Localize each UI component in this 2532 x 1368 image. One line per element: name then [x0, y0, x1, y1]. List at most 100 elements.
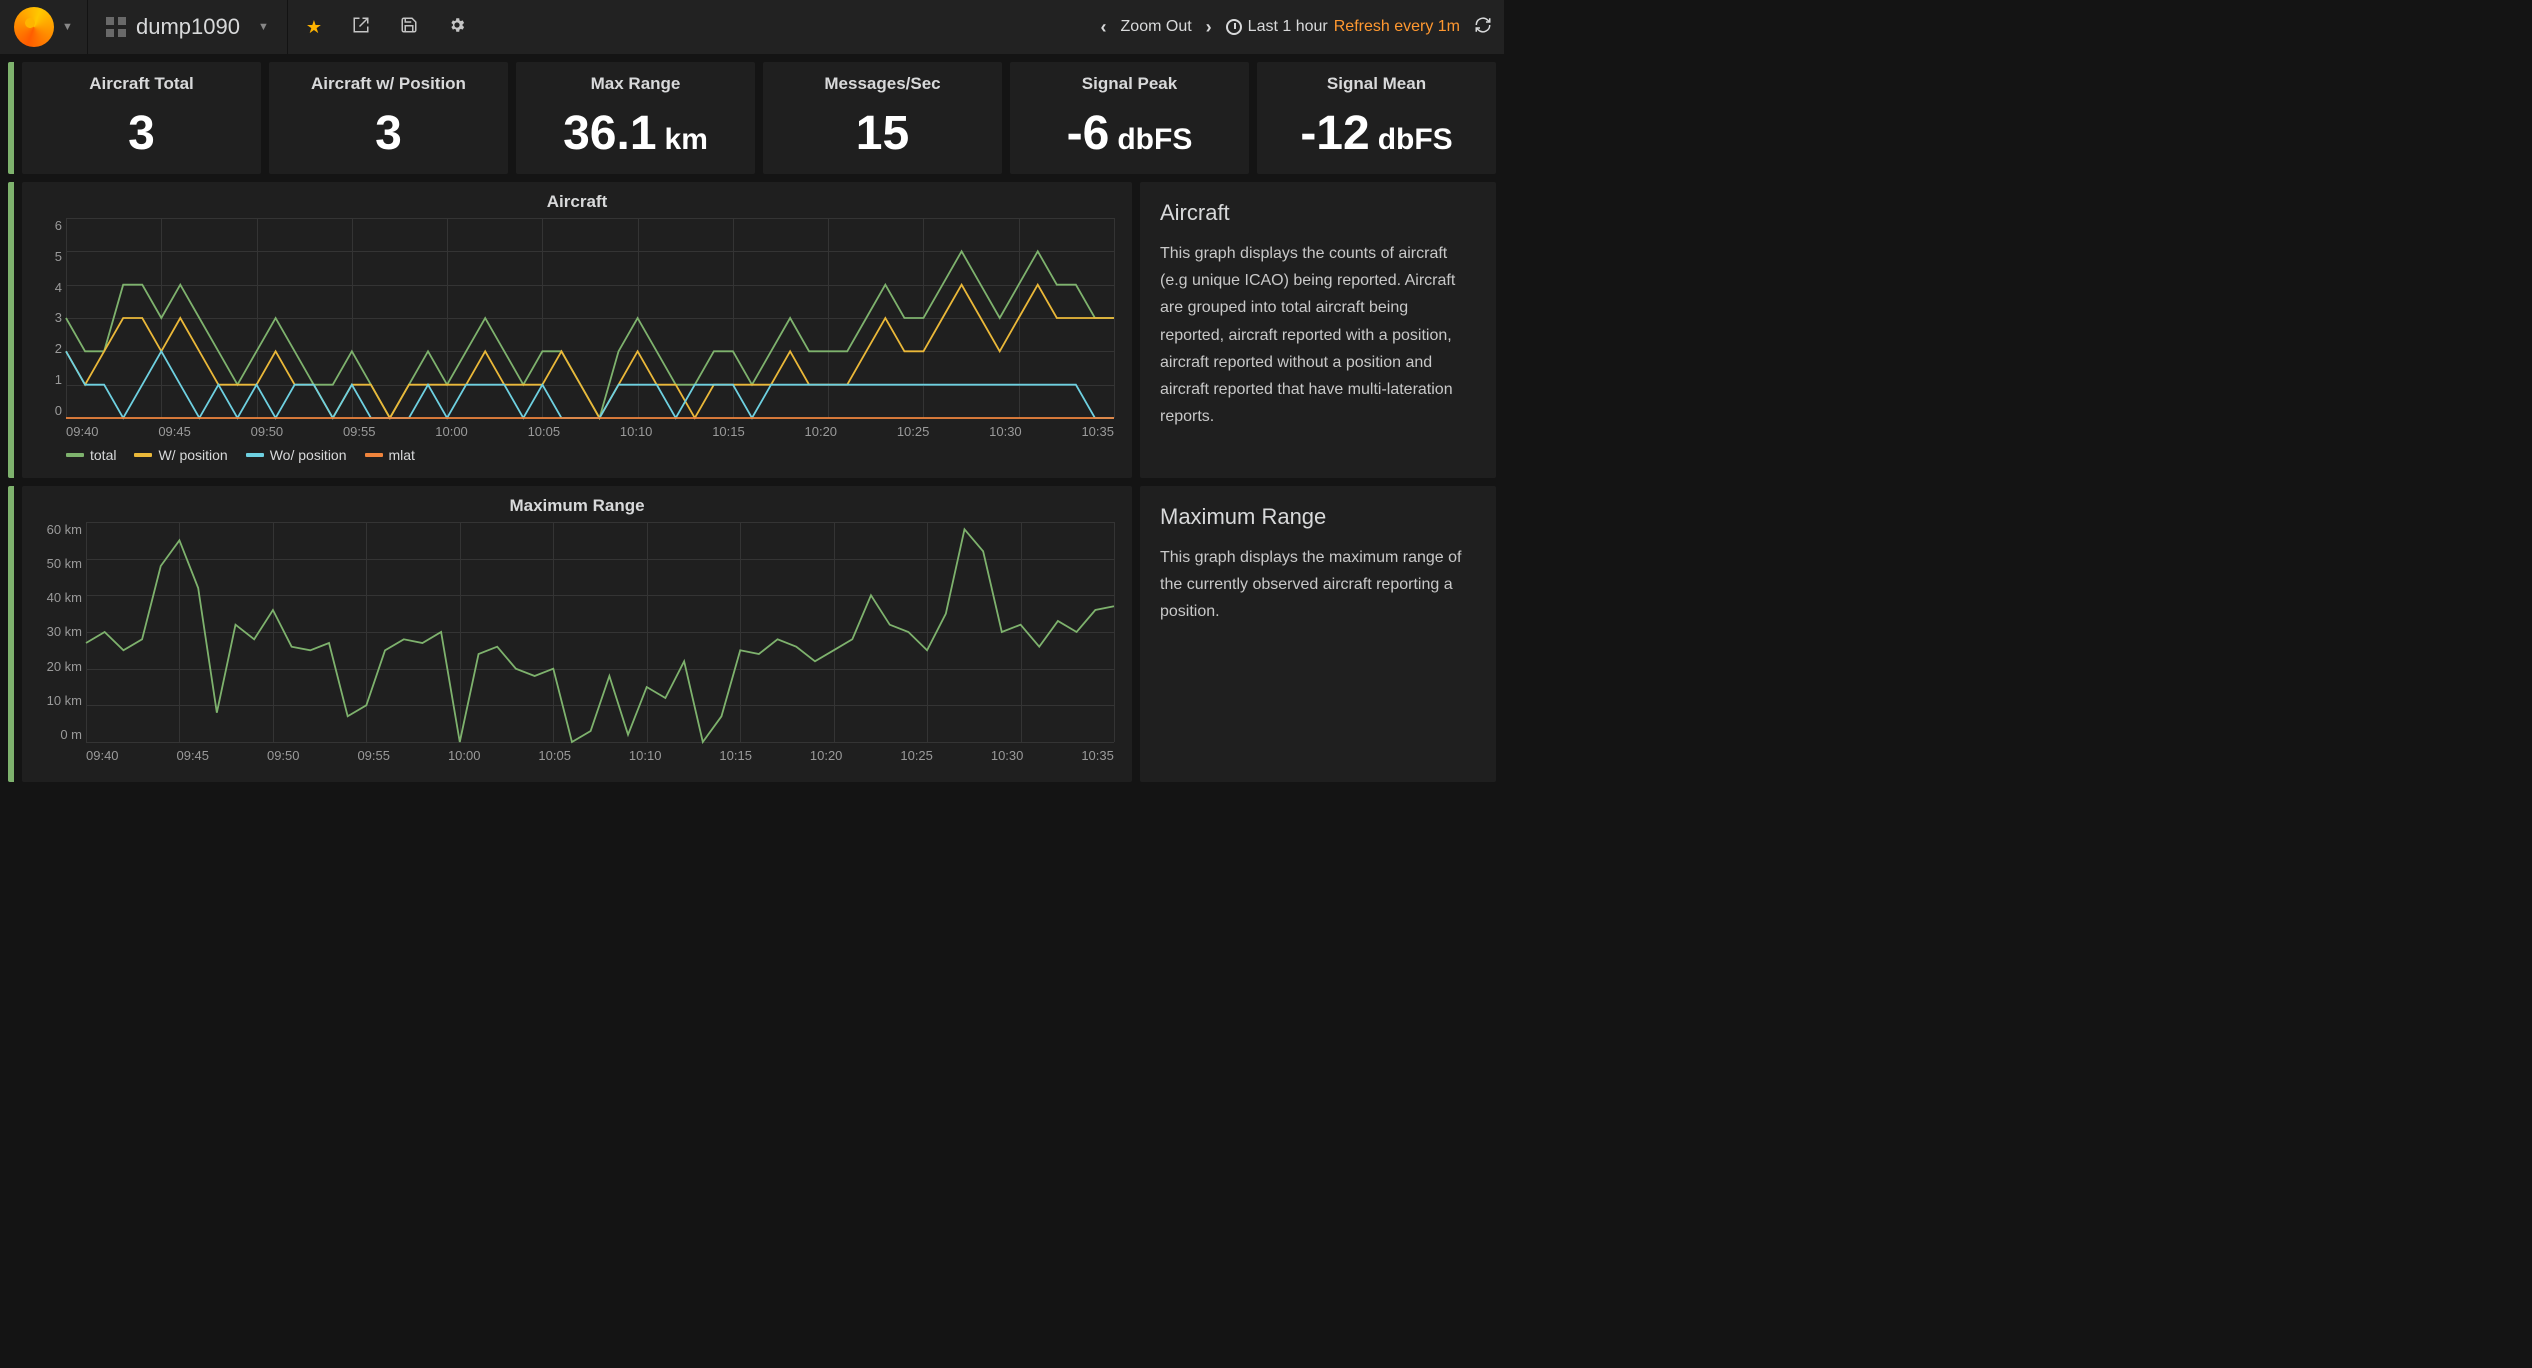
stat-panel[interactable]: Max Range 36.1km [516, 62, 755, 174]
x-tick: 10:35 [1081, 748, 1114, 763]
stat-panel[interactable]: Signal Mean -12dbFS [1257, 62, 1496, 174]
y-tick: 1 [34, 372, 62, 387]
chart-row-aircraft: Aircraft 6 5 4 3 2 1 0 09:40 09:45 09:50 09:55 10:… [0, 182, 1504, 486]
y-tick: 6 [34, 218, 62, 233]
legend-item[interactable]: Wo/ position [246, 447, 347, 463]
dashboard-title: dump1090 [136, 14, 240, 40]
time-range-forward[interactable]: › [1206, 17, 1212, 38]
legend-item[interactable]: W/ position [134, 447, 227, 463]
x-tick: 10:35 [1081, 424, 1114, 439]
x-tick: 09:40 [66, 424, 99, 439]
stat-title: Messages/Sec [763, 74, 1002, 94]
max-range-description-panel: Maximum Range This graph displays the ma… [1140, 486, 1496, 782]
y-tick: 20 km [34, 659, 82, 674]
x-tick: 10:10 [620, 424, 653, 439]
x-tick: 10:05 [538, 748, 571, 763]
time-picker[interactable]: Last 1 hour Refresh every 1m [1226, 18, 1460, 36]
series-range [86, 529, 1114, 742]
legend-item[interactable]: total [66, 447, 116, 463]
legend-swatch [246, 453, 264, 457]
dashboard-grid-icon [106, 17, 126, 37]
side-title: Maximum Range [1160, 504, 1476, 530]
max-range-chart-panel[interactable]: Maximum Range 60 km 50 km 40 km 30 km 20 km 1… [22, 486, 1132, 782]
x-tick: 09:50 [267, 748, 300, 763]
top-navbar: ▼ dump1090 ▼ ★ ‹ Zoom Out › Last 1 hour [0, 0, 1504, 54]
grafana-logo-menu[interactable]: ▼ [0, 0, 88, 54]
x-tick: 10:30 [991, 748, 1024, 763]
stat-panel[interactable]: Messages/Sec 15 [763, 62, 1002, 174]
side-text: This graph displays the counts of aircra… [1160, 240, 1476, 430]
y-tick: 4 [34, 280, 62, 295]
side-text: This graph displays the maximum range of… [1160, 544, 1476, 626]
stat-value: -12dbFS [1257, 110, 1496, 158]
share-icon[interactable] [352, 16, 370, 39]
aircraft-description-panel: Aircraft This graph displays the counts … [1140, 182, 1496, 478]
x-tick: 10:15 [712, 424, 745, 439]
legend-swatch [66, 453, 84, 457]
y-tick: 3 [34, 310, 62, 325]
caret-down-icon: ▼ [258, 21, 269, 33]
x-tick: 09:55 [343, 424, 376, 439]
x-tick: 10:30 [989, 424, 1022, 439]
star-icon[interactable]: ★ [306, 17, 322, 38]
refresh-now-icon[interactable] [1474, 16, 1492, 39]
y-tick: 5 [34, 249, 62, 264]
stat-title: Aircraft w/ Position [269, 74, 508, 94]
y-tick: 30 km [34, 624, 82, 639]
y-tick: 10 km [34, 693, 82, 708]
row-handle[interactable] [8, 486, 14, 782]
time-range-back[interactable]: ‹ [1101, 17, 1107, 38]
zoom-out-button[interactable]: Zoom Out [1121, 18, 1192, 36]
x-tick: 10:20 [810, 748, 843, 763]
legend-item[interactable]: mlat [365, 447, 415, 463]
stat-title: Signal Mean [1257, 74, 1496, 94]
clock-icon [1226, 19, 1242, 35]
stat-title: Aircraft Total [22, 74, 261, 94]
dashboard-picker[interactable]: dump1090 ▼ [88, 0, 288, 54]
y-tick: 50 km [34, 556, 82, 571]
x-tick: 09:50 [251, 424, 284, 439]
y-tick: 60 km [34, 522, 82, 537]
caret-down-icon: ▼ [62, 21, 73, 33]
stat-value: 3 [22, 110, 261, 158]
panel-title: Maximum Range [34, 496, 1120, 516]
panel-title: Aircraft [34, 192, 1120, 212]
row-handle[interactable] [8, 62, 14, 174]
stat-value: 36.1km [516, 110, 755, 158]
stat-title: Max Range [516, 74, 755, 94]
y-tick: 2 [34, 341, 62, 356]
legend-label: total [90, 447, 116, 463]
x-tick: 09:55 [357, 748, 390, 763]
chart-row-range: Maximum Range 60 km 50 km 40 km 30 km 20 km 1… [0, 486, 1504, 790]
chart-legend: total W/ position Wo/ position mlat [66, 447, 1120, 463]
legend-label: mlat [389, 447, 415, 463]
time-range-label: Last 1 hour [1248, 18, 1328, 36]
settings-icon[interactable] [448, 16, 466, 39]
stat-value: -6dbFS [1010, 110, 1249, 158]
y-tick: 0 [34, 403, 62, 418]
x-tick: 10:15 [719, 748, 752, 763]
x-tick: 10:25 [897, 424, 930, 439]
stat-panel[interactable]: Signal Peak -6dbFS [1010, 62, 1249, 174]
legend-label: W/ position [158, 447, 227, 463]
x-tick: 10:05 [528, 424, 561, 439]
x-tick: 09:45 [158, 424, 191, 439]
y-tick: 40 km [34, 590, 82, 605]
grafana-logo-icon [14, 7, 54, 47]
legend-swatch [134, 453, 152, 457]
stat-panel[interactable]: Aircraft w/ Position3 [269, 62, 508, 174]
stat-title: Signal Peak [1010, 74, 1249, 94]
refresh-interval-label: Refresh every 1m [1334, 18, 1460, 36]
aircraft-chart-panel[interactable]: Aircraft 6 5 4 3 2 1 0 09:40 09:45 09:50 09:55 10:… [22, 182, 1132, 478]
side-title: Aircraft [1160, 200, 1476, 226]
x-tick: 10:00 [435, 424, 468, 439]
save-icon[interactable] [400, 16, 418, 39]
x-tick: 10:00 [448, 748, 481, 763]
x-tick: 10:25 [900, 748, 933, 763]
x-tick: 10:20 [805, 424, 838, 439]
x-tick: 09:40 [86, 748, 119, 763]
stat-panel[interactable]: Aircraft Total 3 [22, 62, 261, 174]
row-handle[interactable] [8, 182, 14, 478]
legend-label: Wo/ position [270, 447, 347, 463]
stat-value: 15 [763, 110, 1002, 158]
